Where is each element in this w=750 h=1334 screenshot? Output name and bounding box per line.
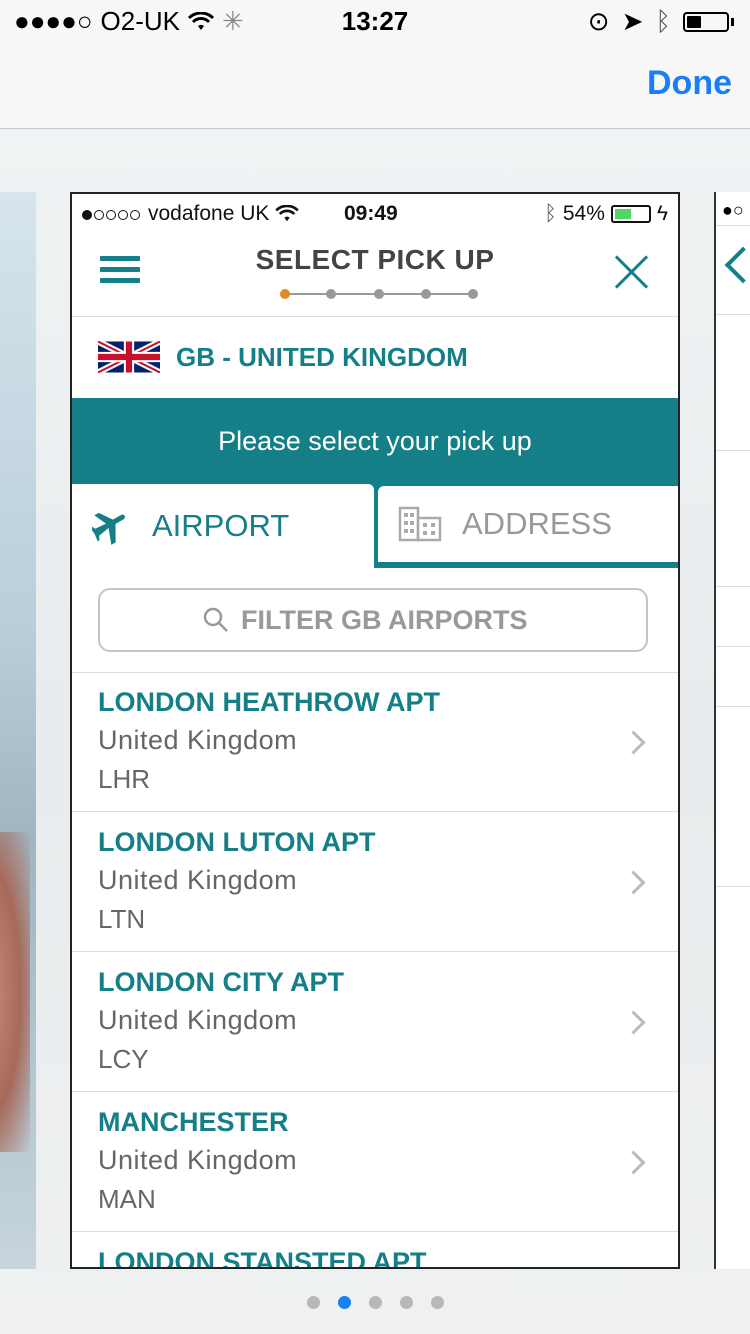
battery-icon bbox=[610, 205, 651, 223]
page-dot[interactable] bbox=[430, 1296, 444, 1309]
airport-row-man[interactable]: MANCHESTER United Kingdom MAN bbox=[72, 1092, 678, 1232]
tab-airport[interactable]: AIRPORT bbox=[72, 484, 374, 568]
bluetooth-icon: ᛒ bbox=[544, 202, 557, 225]
instruction-banner: Please select your pick up bbox=[72, 398, 678, 484]
airport-country: United Kingdom bbox=[98, 1005, 298, 1035]
os-status-icons: ⊙ ➤ ᛒ bbox=[588, 6, 734, 37]
next-screenshot-card[interactable]: ●○ bbox=[714, 192, 750, 1269]
airport-name: LONDON STANSTED APT bbox=[98, 1247, 427, 1269]
step-dot bbox=[374, 289, 384, 299]
battery-cap bbox=[731, 17, 734, 26]
step-dot bbox=[326, 289, 336, 299]
photo-fragment bbox=[0, 832, 30, 1152]
page-dot[interactable] bbox=[368, 1296, 382, 1309]
wifi-icon bbox=[275, 205, 300, 222]
rotation-lock-icon: ⊙ bbox=[587, 6, 610, 36]
airport-name: LONDON LUTON APT bbox=[98, 827, 376, 857]
airport-code: LHR bbox=[98, 764, 151, 794]
step-dot bbox=[280, 289, 290, 299]
airport-code: LTN bbox=[98, 904, 146, 934]
next-card-row bbox=[716, 587, 750, 647]
signal-dots-icon bbox=[82, 202, 142, 226]
current-screenshot-card: vodafone UK 09:49 ᛒ 54% ϟ SELECT PICK UP bbox=[70, 192, 680, 1269]
step-dot bbox=[421, 289, 431, 299]
airport-name: LONDON CITY APT bbox=[98, 967, 345, 997]
filter-airports-input[interactable] bbox=[239, 603, 543, 637]
app-carrier: vodafone UK bbox=[82, 202, 300, 226]
airport-name: MANCHESTER bbox=[98, 1107, 289, 1137]
tab-address[interactable]: ADDRESS bbox=[378, 486, 678, 562]
done-button[interactable]: Done bbox=[647, 64, 732, 103]
pickup-type-tabs: AIRPORT ADDRESS bbox=[72, 484, 678, 568]
airport-list: LONDON HEATHROW APT United Kingdom LHR L… bbox=[72, 672, 678, 1269]
airport-country: United Kingdom bbox=[98, 865, 298, 895]
back-chevron-icon bbox=[724, 246, 750, 284]
battery-icon bbox=[683, 11, 729, 32]
next-card-row bbox=[716, 707, 750, 887]
previous-screenshot-card[interactable] bbox=[0, 192, 36, 1269]
filter-section bbox=[72, 568, 678, 673]
bluetooth-icon: ᛒ bbox=[655, 6, 671, 36]
tab-airport-label: AIRPORT bbox=[152, 508, 290, 543]
airport-row-stn[interactable]: LONDON STANSTED APT bbox=[72, 1232, 678, 1269]
next-card-row bbox=[716, 451, 750, 587]
page-indicator bbox=[0, 1296, 750, 1309]
airport-row-lcy[interactable]: LONDON CITY APT United Kingdom LCY bbox=[72, 952, 678, 1092]
next-card-row bbox=[716, 647, 750, 707]
uk-flag-icon bbox=[98, 341, 160, 373]
next-card-status: ●○ bbox=[716, 192, 750, 226]
step-dot bbox=[468, 289, 478, 299]
filter-box[interactable] bbox=[98, 588, 648, 652]
app-header: SELECT PICK UP bbox=[72, 230, 678, 317]
battery-percent: 54% bbox=[562, 202, 605, 225]
tab-address-label: ADDRESS bbox=[462, 506, 612, 541]
next-card-row bbox=[716, 315, 750, 451]
app-time: 09:49 bbox=[344, 202, 398, 225]
app-status-bar: vodafone UK 09:49 ᛒ 54% ϟ bbox=[72, 194, 678, 230]
next-card-nav bbox=[716, 226, 750, 315]
charging-icon: ϟ bbox=[656, 202, 668, 225]
airport-row-ltn[interactable]: LONDON LUTON APT United Kingdom LTN bbox=[72, 812, 678, 952]
os-nav-bar: Done bbox=[0, 40, 750, 129]
airport-country: United Kingdom bbox=[98, 1145, 298, 1175]
app-status-icons: ᛒ 54% ϟ bbox=[544, 202, 668, 226]
page-title: SELECT PICK UP bbox=[255, 244, 495, 275]
airport-row-lhr[interactable]: LONDON HEATHROW APT United Kingdom LHR bbox=[72, 672, 678, 812]
airport-code: MAN bbox=[98, 1184, 156, 1214]
app-carrier-label: vodafone UK bbox=[148, 202, 270, 225]
os-status-bar: ●●●●○ O2-UK ✳ 13:27 ⊙ ➤ ᛒ bbox=[0, 0, 750, 40]
country-label: GB - UNITED KINGDOM bbox=[176, 341, 468, 372]
page-dot[interactable] bbox=[399, 1296, 413, 1309]
location-icon: ➤ bbox=[621, 6, 644, 36]
step-indicator bbox=[280, 288, 480, 300]
close-icon[interactable] bbox=[614, 254, 650, 290]
airplane-icon bbox=[92, 512, 125, 545]
country-selector[interactable]: GB - UNITED KINGDOM bbox=[72, 316, 678, 398]
airport-country: United Kingdom bbox=[98, 725, 298, 755]
airport-code: LCY bbox=[98, 1044, 149, 1074]
building-icon bbox=[398, 506, 442, 542]
page-dot-active[interactable] bbox=[337, 1296, 351, 1309]
airport-name: LONDON HEATHROW APT bbox=[98, 687, 440, 717]
page-dot[interactable] bbox=[306, 1296, 320, 1309]
search-icon bbox=[203, 607, 228, 632]
